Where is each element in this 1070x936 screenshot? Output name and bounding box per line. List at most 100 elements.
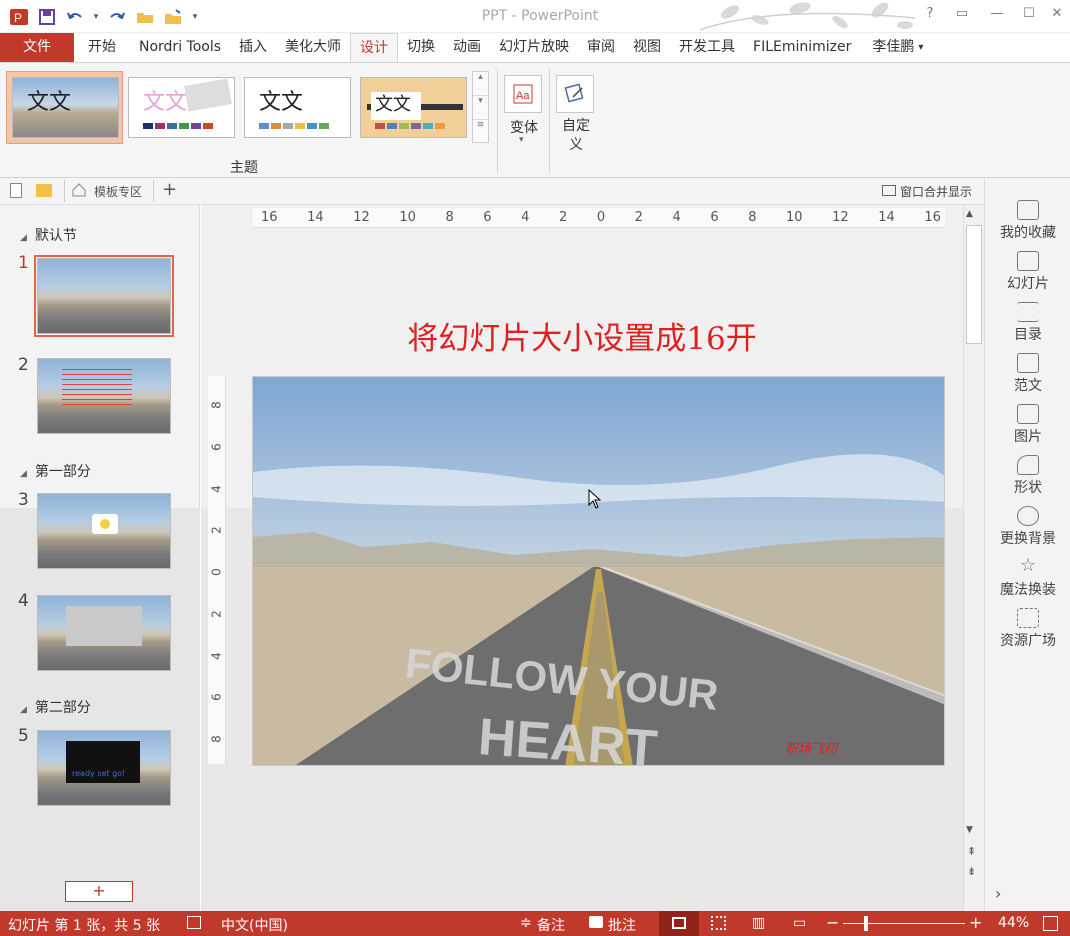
customize-qat-icon[interactable]: ▾ [190, 6, 200, 28]
notes-button[interactable]: 备注 [537, 915, 565, 935]
help-button[interactable]: ? [918, 6, 942, 26]
section-header[interactable]: ◢ 默认节 [20, 225, 77, 245]
tab-slideshow[interactable]: 幻灯片放映 [490, 33, 578, 62]
scroll-up-icon[interactable]: ▲ [966, 209, 973, 219]
scroll-down-icon[interactable]: ▼ [966, 825, 973, 835]
variants-label: 变体 [510, 120, 538, 136]
reading-view-icon[interactable]: ▥ [752, 915, 765, 931]
user-dropdown-icon[interactable]: ▾ [916, 33, 925, 62]
tab-developer[interactable]: 开发工具 [670, 33, 744, 62]
scroll-up-icon[interactable]: ▴ [473, 72, 488, 96]
ribbon-display-icon[interactable]: ▭ [950, 6, 974, 26]
slide-thumbnail-3[interactable] [37, 493, 171, 569]
slide-thumbnail-pane: ◢ 默认节 1 2 ◢ 第一部分 3 4 ◢ 第二部分 5 ready set go!… [0, 205, 200, 911]
section-name: 第一部分 [34, 464, 91, 480]
add-slide-button[interactable]: + [65, 881, 133, 902]
slide-thumbnail-5[interactable]: ready set go! [37, 730, 171, 806]
new-document-icon[interactable] [10, 183, 22, 198]
window-merge-icon[interactable] [882, 185, 896, 196]
zoom-in-button[interactable]: + [969, 913, 982, 932]
slide-thumbnail-2[interactable] [37, 358, 171, 434]
tab-file[interactable]: 文件 [0, 33, 74, 62]
magic-dress-button[interactable]: ☆ 魔法换装 [985, 557, 1070, 599]
fit-to-window-icon[interactable] [1043, 916, 1058, 931]
heart-folder-icon [1017, 200, 1039, 220]
comments-button[interactable]: 批注 [608, 915, 636, 935]
section-header[interactable]: ◢ 第二部分 [20, 697, 91, 717]
ribbon-design-panel: 文文 文文 文文 文文 ▴ ▾ ≡ 主题 Aa 变体 ▾ 自定 义 [0, 62, 1070, 178]
open-folder-icon[interactable] [134, 6, 156, 28]
slide-number: 3 [18, 490, 29, 510]
slide-canvas[interactable]: FOLLOW YOUR HEART 职场飞叨 [252, 376, 945, 766]
expand-panel-icon[interactable]: › [995, 884, 1001, 903]
variants-button[interactable]: Aa 变体 ▾ [504, 69, 544, 159]
tab-animations[interactable]: 动画 [444, 33, 490, 62]
minimize-button[interactable]: — [985, 6, 1009, 26]
save-icon[interactable] [36, 6, 58, 28]
slide-title[interactable]: 将幻灯片大小设置成16开 [201, 313, 963, 358]
right-tool-panel: 我的收藏 幻灯片 目录 范文 图片 形状 更换背景 ☆ 魔法换装 资源广场 › [984, 178, 1070, 911]
slide-thumbnail-1[interactable] [37, 258, 171, 334]
resource-square-button[interactable]: 资源广场 [985, 608, 1070, 650]
scroll-down-icon[interactable]: ▾ [473, 96, 488, 120]
tab-beautify[interactable]: 美化大师 [276, 33, 350, 62]
vertical-scrollbar[interactable]: ▲ ▼ ⇞ ⇟ [963, 205, 984, 911]
group-label-themes: 主题 [230, 160, 258, 176]
spellcheck-icon[interactable] [187, 916, 201, 929]
folder-export-icon[interactable] [162, 6, 184, 28]
tab-insert[interactable]: 插入 [230, 33, 276, 62]
signature: 职场飞叨 [785, 742, 839, 757]
samples-button[interactable]: 范文 [985, 353, 1070, 395]
tab-fileminimizer[interactable]: FILEminimizer [744, 33, 860, 62]
toc-button[interactable]: 目录 [985, 302, 1070, 344]
section-header[interactable]: ◢ 第一部分 [20, 461, 91, 481]
collapse-triangle-icon: ◢ [20, 705, 27, 715]
more-themes-icon[interactable]: ≡ [473, 120, 488, 142]
slide-sorter-icon[interactable] [711, 916, 726, 930]
picture-icon [1017, 404, 1039, 424]
window-merge-label[interactable]: 窗口合并显示 [900, 183, 972, 200]
scroll-thumb[interactable] [966, 225, 982, 344]
theme-thumbnail-4[interactable]: 文文 [360, 77, 467, 138]
pictures-button[interactable]: 图片 [985, 404, 1070, 446]
add-tab-button[interactable]: + [162, 179, 177, 200]
tab-home[interactable]: 开始 [74, 33, 130, 62]
dropdown-arrow-icon[interactable]: ▾ [92, 6, 100, 28]
previous-slide-icon[interactable]: ⇞ [967, 845, 976, 858]
tab-transitions[interactable]: 切换 [398, 33, 444, 62]
theme-sample-text: 文文 [259, 90, 304, 115]
tab-review[interactable]: 审阅 [578, 33, 624, 62]
theme-thumbnail-3[interactable]: 文文 [244, 77, 351, 138]
zoom-level[interactable]: 44% [998, 915, 1029, 931]
normal-view-button[interactable] [659, 911, 699, 936]
open-folder-icon[interactable] [36, 184, 52, 197]
color-swatches [259, 123, 329, 129]
maximize-button[interactable]: ☐ [1017, 6, 1041, 26]
user-name[interactable]: 李佳鹏 [860, 33, 916, 62]
shapes-button[interactable]: 形状 [985, 455, 1070, 497]
language-indicator[interactable]: 中文(中国) [221, 915, 288, 935]
theme-thumbnail-2[interactable]: 文文 [128, 77, 235, 138]
color-swatches [375, 123, 445, 129]
redo-icon[interactable] [106, 6, 128, 28]
next-slide-icon[interactable]: ⇟ [967, 865, 976, 878]
tab-design[interactable]: 设计 [350, 33, 399, 62]
zoom-slider-track[interactable] [843, 923, 965, 924]
template-tab[interactable]: 模板专区 [94, 183, 142, 200]
theme-thumbnail-1[interactable]: 文文 [12, 77, 119, 138]
undo-icon[interactable] [64, 6, 86, 28]
close-button[interactable]: ✕ [1045, 6, 1069, 26]
zoom-slider-thumb[interactable] [864, 916, 868, 931]
slides-button[interactable]: 幻灯片 [985, 251, 1070, 293]
slide-thumbnail-4[interactable] [37, 595, 171, 671]
customize-button[interactable]: 自定 义 [556, 69, 596, 169]
slideshow-view-icon[interactable]: ▭ [793, 915, 806, 931]
favorites-button[interactable]: 我的收藏 [985, 200, 1070, 242]
change-background-button[interactable]: 更换背景 [985, 506, 1070, 548]
thumb-black-box: ready set go! [66, 741, 140, 783]
tab-nordri-tools[interactable]: Nordri Tools [130, 33, 230, 62]
slide-number: 4 [18, 591, 29, 611]
theme-gallery-scroll[interactable]: ▴ ▾ ≡ [472, 71, 489, 143]
zoom-out-button[interactable]: − [826, 913, 839, 932]
tab-view[interactable]: 视图 [624, 33, 670, 62]
